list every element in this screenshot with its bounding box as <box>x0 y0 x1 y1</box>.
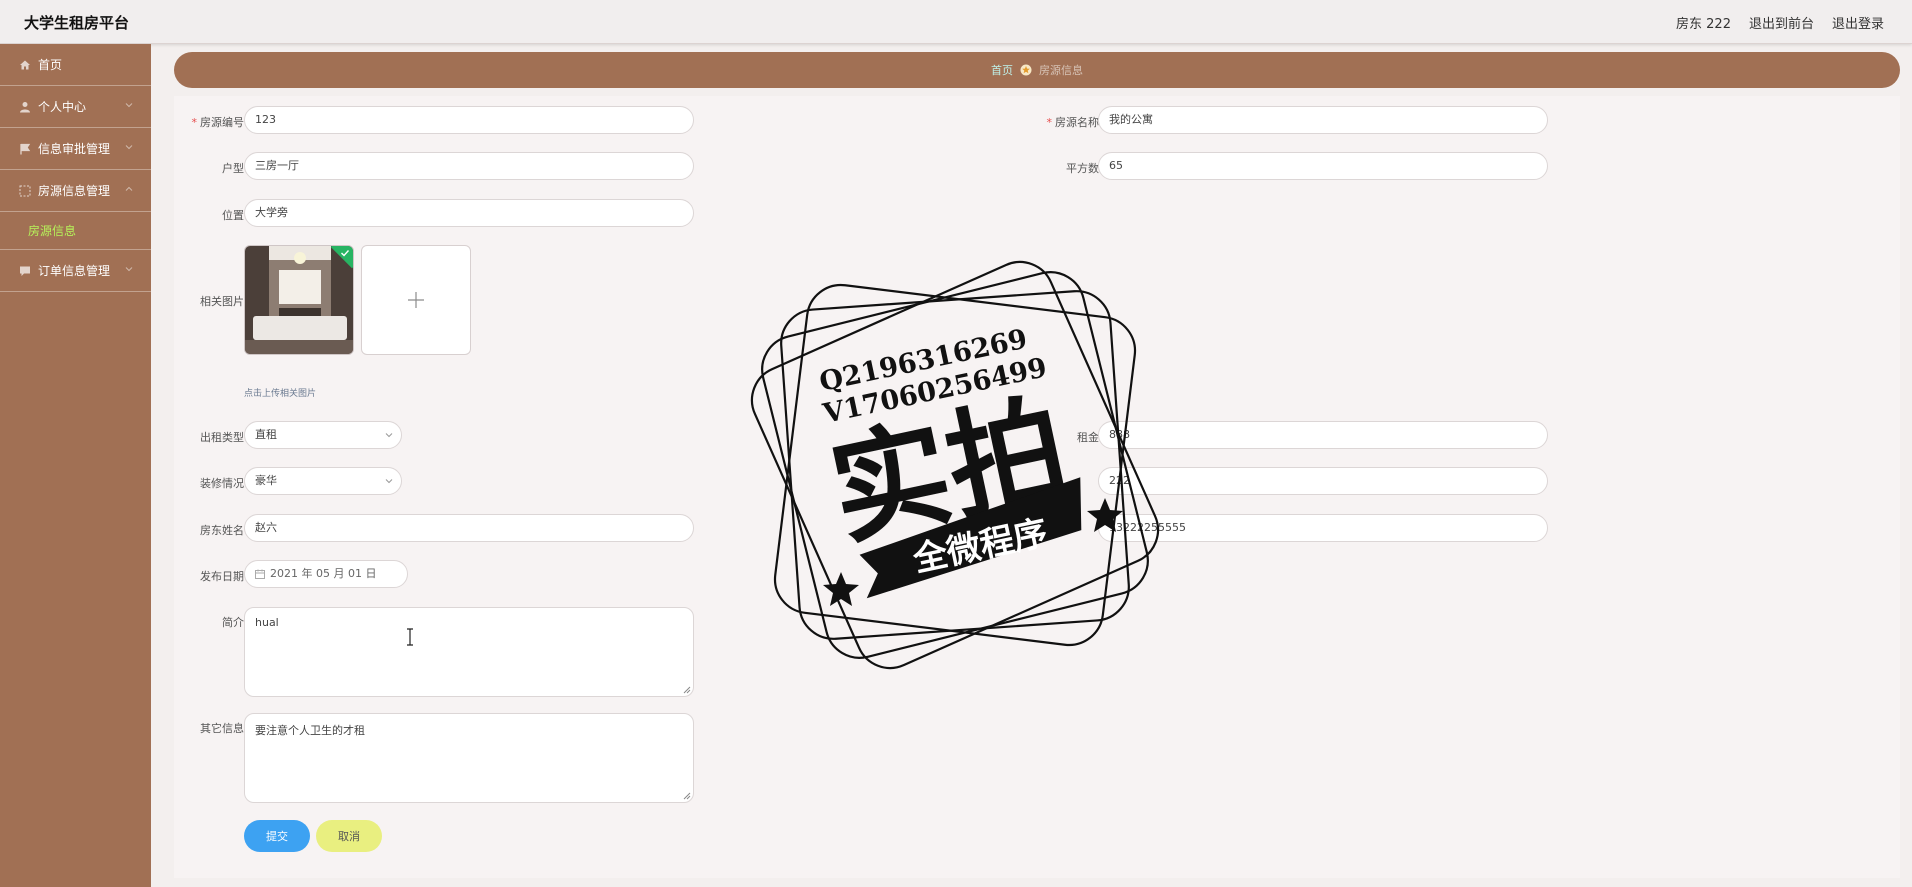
rent-input[interactable]: 888 <box>1098 421 1548 449</box>
breadcrumb-current: 房源信息 <box>1039 64 1083 77</box>
chevron-down-icon <box>125 267 133 272</box>
uploaded-photo[interactable] <box>244 245 354 355</box>
house-form: * 房源编号 123 * 房源名称 我的公寓 户型 三房一厅 平方数 65 位置 大… <box>174 96 1900 878</box>
rent-type-select[interactable]: 直租 <box>244 421 402 449</box>
other-textarea[interactable]: 要注意个人卫生的才租 <box>244 713 694 803</box>
publish-date-label: 发布日期 <box>200 570 244 583</box>
rent-type-value: 直租 <box>255 428 277 441</box>
resize-grip-icon[interactable] <box>682 791 691 800</box>
landlord-name-label: 房东姓名 <box>200 524 244 537</box>
sidebar: 首页 个人中心 信息审批管理 房源信息管理 房源信息 订单信息管理 <box>0 44 151 887</box>
chat-icon <box>18 264 32 278</box>
intro-textarea[interactable]: hual <box>244 607 694 697</box>
to-front-link[interactable]: 退出到前台 <box>1749 13 1814 32</box>
decoration-select[interactable]: 豪华 <box>244 467 402 495</box>
intro-label: 简介 <box>222 616 244 629</box>
layout-input[interactable]: 三房一厅 <box>244 152 694 180</box>
house-name-input[interactable]: 我的公寓 <box>1098 106 1548 134</box>
house-no-label: * 房源编号 <box>191 116 245 129</box>
flag-icon <box>18 142 32 156</box>
decoration-label: 装修情况 <box>200 477 244 490</box>
resize-grip-icon[interactable] <box>682 685 691 694</box>
sidebar-item-label: 订单信息管理 <box>38 264 111 278</box>
publish-date-value: 2021 年 05 月 01 日 <box>270 567 377 580</box>
text-cursor-icon <box>407 628 413 646</box>
house-name-label: * 房源名称 <box>1046 116 1100 129</box>
plus-icon <box>408 292 424 308</box>
layout-label: 户型 <box>222 162 244 175</box>
sidebar-item-label: 首页 <box>38 58 63 72</box>
cancel-button[interactable]: 取消 <box>316 820 382 852</box>
intro-value: hual <box>255 616 279 629</box>
publish-date-picker[interactable]: 2021 年 05 月 01 日 <box>244 560 408 588</box>
logout-link[interactable]: 退出登录 <box>1832 13 1884 32</box>
breadcrumb-home[interactable]: 首页 <box>991 62 1013 78</box>
area-label: 平方数 <box>1066 162 1099 175</box>
sidebar-item-personal[interactable]: 个人中心 <box>0 86 151 128</box>
other-value: 要注意个人卫生的才租 <box>255 724 365 737</box>
chevron-up-icon <box>125 186 133 191</box>
chevron-down-icon <box>385 433 393 438</box>
sidebar-item-label: 房源信息管理 <box>38 184 111 198</box>
user-label: 房东 222 <box>1676 17 1731 32</box>
sidebar-item-orders[interactable]: 订单信息管理 <box>0 250 151 292</box>
area-input[interactable]: 65 <box>1098 152 1548 180</box>
upload-hint: 点击上传相关图片 <box>244 389 317 399</box>
user-icon <box>18 100 32 114</box>
location-label: 位置 <box>222 209 244 222</box>
home-icon <box>18 58 32 72</box>
star-icon <box>1020 64 1032 76</box>
landlord-account-input[interactable]: 222 <box>1098 467 1548 495</box>
sidebar-item-house-management[interactable]: 房源信息管理 <box>0 170 151 212</box>
grid-icon <box>18 184 32 198</box>
room-photo <box>245 246 353 354</box>
location-input[interactable]: 大学旁 <box>244 199 694 227</box>
breadcrumb: 首页 房源信息 <box>174 52 1900 88</box>
sidebar-item-home[interactable]: 首页 <box>0 44 151 86</box>
submit-button[interactable]: 提交 <box>244 820 310 852</box>
landlord-phone-input[interactable]: 13222255555 <box>1098 514 1548 542</box>
other-label: 其它信息 <box>200 722 244 735</box>
photos-label: 相关图片 <box>200 295 244 308</box>
app-title: 大学生租房平台 <box>24 14 130 32</box>
rent-label: 租金 <box>1077 431 1099 444</box>
chevron-down-icon <box>385 479 393 484</box>
sidebar-item-label: 信息审批管理 <box>38 142 111 156</box>
sidebar-item-label: 个人中心 <box>38 100 87 114</box>
top-header: 大学生租房平台 房东 222 退出到前台 退出登录 <box>0 0 1912 44</box>
decoration-value: 豪华 <box>255 474 277 487</box>
sidebar-subitem-house-info[interactable]: 房源信息 <box>0 212 151 250</box>
calendar-icon <box>255 569 265 579</box>
chevron-down-icon <box>125 145 133 150</box>
rent-type-label: 出租类型 <box>200 431 244 444</box>
check-icon <box>341 250 350 257</box>
house-no-input[interactable]: 123 <box>244 106 694 134</box>
add-photo-button[interactable] <box>361 245 471 355</box>
header-actions: 房东 222 退出到前台 退出登录 <box>1676 13 1884 32</box>
landlord-name-input[interactable]: 赵六 <box>244 514 694 542</box>
sidebar-item-approval[interactable]: 信息审批管理 <box>0 128 151 170</box>
chevron-down-icon <box>125 103 133 108</box>
